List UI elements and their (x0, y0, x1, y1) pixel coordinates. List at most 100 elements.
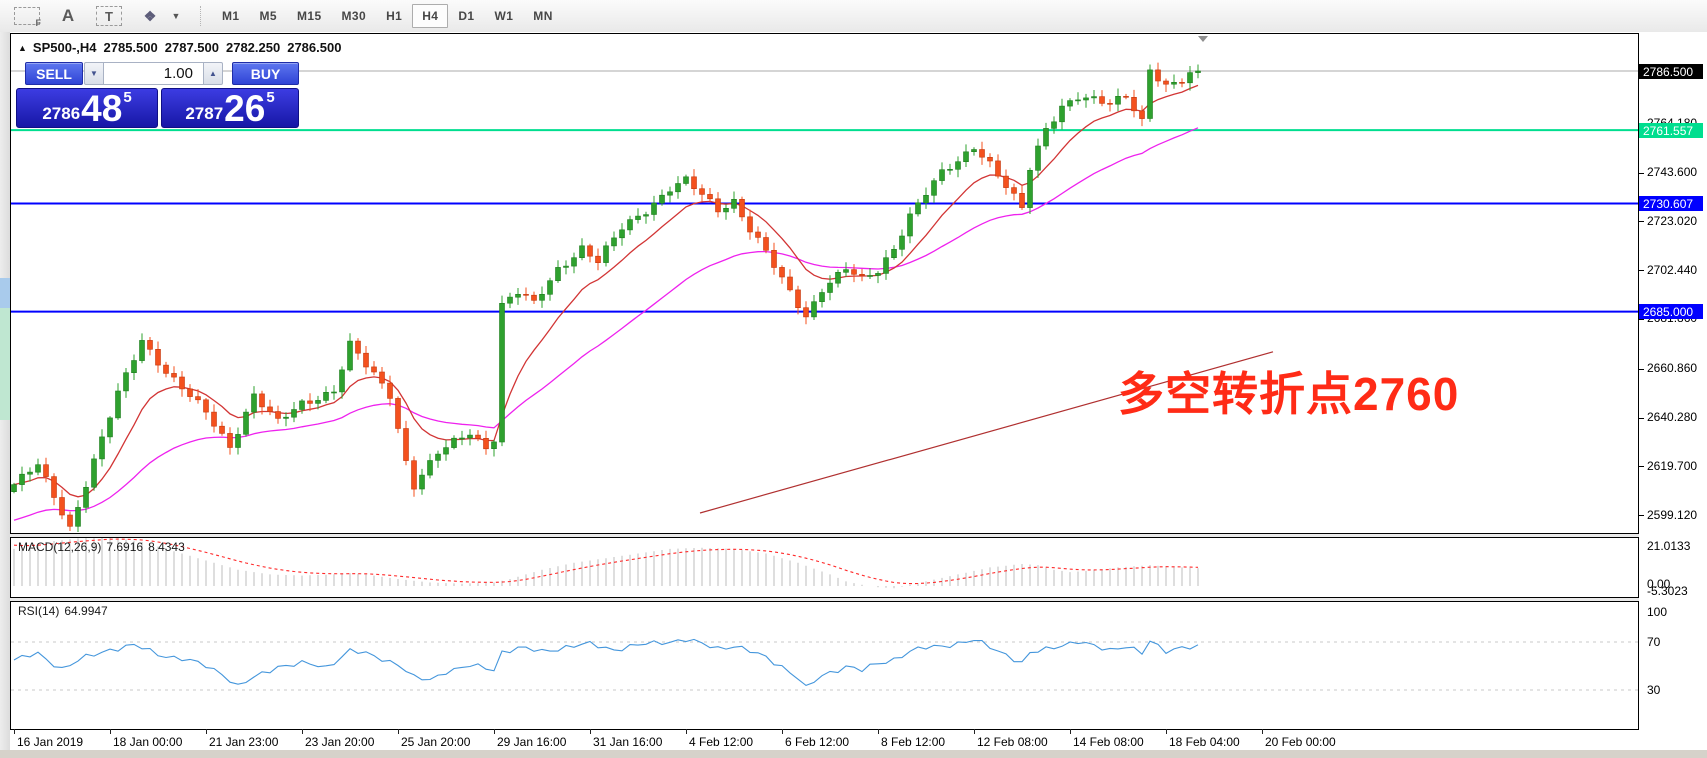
timeframe-button-m1[interactable]: M1 (212, 4, 249, 28)
current-price-badge: 2786.500 (1639, 64, 1703, 79)
time-axis-label: 29 Jan 16:00 (497, 735, 566, 749)
time-axis-label: 31 Jan 16:00 (593, 735, 662, 749)
macd-value: 7.6916 (106, 540, 143, 554)
time-axis-label: 25 Jan 20:00 (401, 735, 470, 749)
top-toolbar: F A T ❖ ▼ M1M5M15M30H1H4D1W1MN (0, 0, 1707, 33)
price-tickmark (1638, 270, 1644, 271)
rsi-axis-30: 30 (1647, 683, 1660, 697)
price-tick-label: 2640.280 (1647, 410, 1697, 424)
rsi-label: RSI(14) 64.9947 (18, 604, 113, 618)
time-axis-label: 4 Feb 12:00 (689, 735, 753, 749)
timeframe-button-h4[interactable]: H4 (412, 4, 448, 28)
time-axis-label: 16 Jan 2019 (17, 735, 83, 749)
time-axis-tickmark (1166, 729, 1167, 734)
time-axis-tickmark (1070, 729, 1071, 734)
volume-decrease-button[interactable]: ▼ (84, 62, 104, 85)
price-tick-label: 2702.440 (1647, 263, 1697, 277)
level-price-badge: 2730.607 (1639, 196, 1703, 211)
sell-price-prefix: 2786 (42, 105, 80, 122)
rsi-axis-70: 70 (1647, 635, 1660, 649)
grid-f-icon[interactable]: F (14, 7, 40, 25)
volume-input[interactable] (104, 62, 203, 85)
text-label-icon[interactable]: T (96, 6, 122, 26)
buy-button[interactable]: BUY (232, 62, 299, 85)
one-click-trade-panel: SELL ▼ ▲ BUY 2786 48 5 2787 26 5 (16, 62, 300, 128)
timeframe-button-m30[interactable]: M30 (332, 4, 377, 28)
ohlc-low: 2782.250 (226, 40, 280, 55)
buy-price-sup: 5 (266, 90, 274, 105)
rsi-axis-100: 100 (1647, 605, 1667, 619)
time-axis-tickmark (14, 729, 15, 734)
price-tick-label: 2619.700 (1647, 459, 1697, 473)
left-strip-blue-segment (0, 278, 10, 308)
time-axis-tickmark (206, 729, 207, 734)
macd-signal-value: 8.4343 (148, 540, 185, 554)
time-axis-tickmark (878, 729, 879, 734)
timeframe-button-m5[interactable]: M5 (249, 4, 286, 28)
time-axis-tickmark (110, 729, 111, 734)
objects-icon[interactable]: ❖ (138, 4, 162, 28)
macd-axis-max: 21.0133 (1647, 539, 1690, 553)
sell-price-big: 48 (81, 93, 122, 126)
price-tick-label: 2660.860 (1647, 361, 1697, 375)
time-axis-label: 8 Feb 12:00 (881, 735, 945, 749)
time-axis-tickmark (494, 729, 495, 734)
volume-increase-button[interactable]: ▲ (203, 62, 223, 85)
time-axis-tickmark (686, 729, 687, 734)
time-axis-tickmark (974, 729, 975, 734)
timeframe-button-d1[interactable]: D1 (448, 4, 484, 28)
symbol-period-label: SP500-,H4 (33, 40, 97, 55)
time-axis-label: 21 Jan 23:00 (209, 735, 278, 749)
time-axis-label: 18 Jan 00:00 (113, 735, 182, 749)
timeframe-button-w1[interactable]: W1 (484, 4, 523, 28)
buy-price-box[interactable]: 2787 26 5 (161, 88, 299, 128)
chart-title: ▲ SP500-,H4 2785.500 2787.500 2782.250 2786.5… (18, 40, 348, 55)
price-tickmark (1638, 515, 1644, 516)
toolbar-separator (200, 6, 202, 26)
timeframe-button-mn[interactable]: MN (523, 4, 562, 28)
time-axis-tickmark (398, 729, 399, 734)
rsi-value: 64.9947 (64, 604, 107, 618)
sell-button[interactable]: SELL (25, 62, 83, 85)
macd-axis-min: -5.3023 (1647, 584, 1688, 598)
price-tick-label: 2723.020 (1647, 214, 1697, 228)
chevron-down-icon[interactable]: ▼ (164, 4, 188, 28)
sell-price-box[interactable]: 2786 48 5 (16, 88, 158, 128)
time-axis-tickmark (590, 729, 591, 734)
price-tickmark (1638, 466, 1644, 467)
ohlc-high: 2787.500 (165, 40, 219, 55)
timeframe-button-h1[interactable]: H1 (376, 4, 412, 28)
timeframe-button-m15[interactable]: M15 (287, 4, 332, 28)
buy-price-prefix: 2787 (185, 105, 223, 122)
ohlc-open: 2785.500 (104, 40, 158, 55)
price-tickmark (1638, 319, 1644, 320)
sell-price-sup: 5 (123, 90, 131, 105)
time-axis-label: 20 Feb 00:00 (1265, 735, 1336, 749)
price-tickmark (1638, 369, 1644, 370)
macd-name: MACD(12,26,9) (18, 540, 101, 554)
time-axis-label: 23 Jan 20:00 (305, 735, 374, 749)
time-axis-label: 6 Feb 12:00 (785, 735, 849, 749)
time-axis-label: 14 Feb 08:00 (1073, 735, 1144, 749)
price-tickmark (1638, 221, 1644, 222)
ohlc-close: 2786.500 (287, 40, 341, 55)
last-bar-marker-icon (1198, 36, 1208, 42)
price-tickmark (1638, 173, 1644, 174)
time-axis-label: 12 Feb 08:00 (977, 735, 1048, 749)
collapse-arrow-icon[interactable]: ▲ (18, 43, 27, 53)
time-axis-tickmark (1262, 729, 1263, 734)
chart-text-annotation: 多空转折点2760 (1118, 358, 1459, 424)
left-strip-green-segment (0, 308, 10, 420)
level-price-badge: 2761.557 (1639, 123, 1703, 138)
window-bottom-strip (0, 750, 1707, 758)
macd-panel[interactable] (10, 537, 1639, 598)
time-axis-tickmark (782, 729, 783, 734)
price-tick-label: 2599.120 (1647, 508, 1697, 522)
rsi-panel[interactable] (10, 601, 1639, 730)
timeframe-group: M1M5M15M30H1H4D1W1MN (212, 4, 563, 28)
rsi-name: RSI(14) (18, 604, 59, 618)
time-axis-label: 18 Feb 04:00 (1169, 735, 1240, 749)
level-price-badge: 2685.000 (1639, 304, 1703, 319)
font-a-icon[interactable]: A (56, 4, 80, 28)
price-tickmark (1638, 418, 1644, 419)
